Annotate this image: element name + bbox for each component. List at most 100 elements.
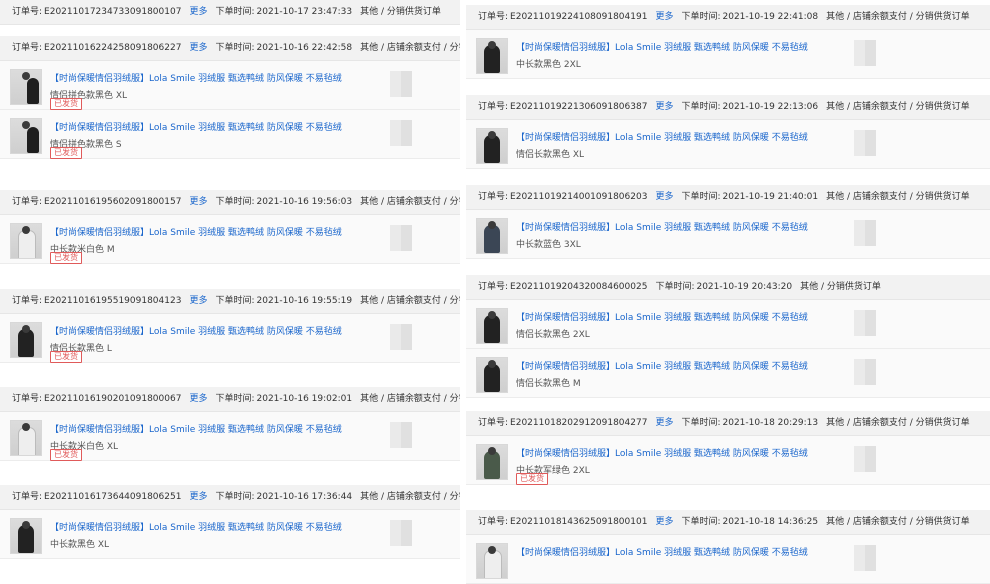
order-number-label: 订单号:	[12, 43, 43, 53]
order-time: 2021-10-19 22:13:06	[722, 102, 819, 112]
order-type: 其他 / 店铺余额支付 / 分销供货订单	[360, 492, 460, 502]
product-title-link[interactable]: 【时尚保暖情侣羽绒服】Lola Smile 羽绒服 甄选鸭绒 防风保暖 不易毡绒	[516, 446, 808, 459]
order-number: E20211018202912091804277	[510, 418, 648, 428]
order-time: 2021-10-16 19:56:03	[256, 197, 353, 207]
order-time-label: 下单时间:	[215, 7, 255, 17]
product-thumbnail[interactable]	[476, 543, 508, 579]
product-title-link[interactable]: 【时尚保暖情侣羽绒服】Lola Smile 羽绒服 甄选鸭绒 防风保暖 不易毡绒	[50, 225, 342, 238]
product-thumbnail[interactable]	[476, 308, 508, 344]
order-number: E20211016173644091806251	[44, 492, 182, 502]
order-card: 订单号: E20211019204320084600025 下单时间: 2021-10…	[466, 275, 990, 398]
product-thumbnail[interactable]	[10, 322, 42, 358]
order-header: 订单号: E20211019224108091804191 更多 下单时间: 2021-…	[466, 5, 990, 30]
order-item-row: 【时尚保暖情侣羽绒服】Lola Smile 羽绒服 甄选鸭绒 防风保暖 不易毡绒…	[466, 300, 990, 349]
shipped-status-badge: 已发货	[50, 449, 82, 461]
order-card: 订单号: E20211018143625091800101 更多 下单时间: 2021-…	[466, 510, 990, 584]
order-number: E20211019221306091806387	[510, 102, 648, 112]
more-link[interactable]: 更多	[655, 12, 673, 22]
shipped-status-badge: 已发货	[50, 351, 82, 363]
more-link[interactable]: 更多	[189, 197, 207, 207]
product-thumbnail[interactable]	[476, 128, 508, 164]
more-link[interactable]: 更多	[189, 7, 207, 17]
blurred-info	[854, 310, 876, 336]
order-time-label: 下单时间:	[655, 282, 695, 292]
order-time: 2021-10-19 22:41:08	[722, 12, 819, 22]
more-link[interactable]: 更多	[189, 43, 207, 53]
order-time: 2021-10-19 20:43:20	[696, 282, 793, 292]
order-number-label: 订单号:	[12, 197, 43, 207]
product-thumbnail[interactable]	[10, 518, 42, 554]
blurred-info	[854, 130, 876, 156]
order-item-row: 【时尚保暖情侣羽绒服】Lola Smile 羽绒服 甄选鸭绒 防风保暖 不易毡绒…	[0, 510, 460, 559]
product-thumbnail[interactable]	[476, 357, 508, 393]
product-spec: 情侣长款黑色 2XL	[516, 330, 590, 340]
blurred-info	[854, 359, 876, 385]
order-type: 其他 / 店铺余额支付 / 分销供货订单	[826, 102, 970, 112]
product-spec: 情侣长款黑色 M	[516, 379, 581, 389]
more-link[interactable]: 更多	[655, 102, 673, 112]
more-link[interactable]: 更多	[189, 394, 207, 404]
order-card: 订单号: E20211019214001091806203 更多 下单时间: 2021-…	[466, 185, 990, 259]
order-number: E20211016190201091800067	[44, 394, 182, 404]
order-type: 其他 / 店铺余额支付 / 分销供货订单	[826, 517, 970, 527]
order-card: 订单号: E20211016195602091800157 更多 下单时间: 2021-…	[0, 190, 460, 264]
blurred-info	[854, 545, 876, 571]
order-item-row: 【时尚保暖情侣羽绒服】Lola Smile 羽绒服 甄选鸭绒 防风保暖 不易毡绒…	[0, 314, 460, 363]
order-number: E20211019214001091806203	[510, 192, 648, 202]
product-title-link[interactable]: 【时尚保暖情侣羽绒服】Lola Smile 羽绒服 甄选鸭绒 防风保暖 不易毡绒	[516, 40, 808, 53]
order-number: E20211016195602091800157	[44, 197, 182, 207]
order-number-label: 订单号:	[478, 12, 509, 22]
blurred-info	[390, 520, 412, 546]
blurred-info	[390, 120, 412, 146]
product-thumbnail[interactable]	[10, 420, 42, 456]
order-card: 订单号: E20211019221306091806387 更多 下单时间: 2021-…	[466, 95, 990, 169]
blurred-info	[390, 225, 412, 251]
more-link[interactable]: 更多	[655, 192, 673, 202]
order-header: 订单号: E20211016224258091806227 更多 下单时间: 2021-…	[0, 36, 460, 61]
product-thumbnail[interactable]	[476, 218, 508, 254]
order-card: 订单号: E20211018202912091804277 更多 下单时间: 2021-…	[466, 411, 990, 485]
product-thumbnail[interactable]	[476, 444, 508, 480]
order-card: 订单号: E20211017234733091800107 更多 下单时间: 2021-…	[0, 0, 460, 25]
order-number-label: 订单号:	[478, 282, 509, 292]
blurred-info	[390, 324, 412, 350]
product-thumbnail[interactable]	[10, 118, 42, 154]
order-header: 订单号: E20211016195602091800157 更多 下单时间: 2021-…	[0, 190, 460, 215]
more-link[interactable]: 更多	[189, 492, 207, 502]
order-time-label: 下单时间:	[215, 197, 255, 207]
shipped-status-badge: 已发货	[50, 147, 82, 159]
more-link[interactable]: 更多	[655, 517, 673, 527]
order-header: 订单号: E20211016195519091804123 更多 下单时间: 2021-…	[0, 289, 460, 314]
product-title-link[interactable]: 【时尚保暖情侣羽绒服】Lola Smile 羽绒服 甄选鸭绒 防风保暖 不易毡绒	[516, 359, 808, 372]
order-card: 订单号: E20211016224258091806227 更多 下单时间: 2021-…	[0, 36, 460, 159]
order-item-row: 【时尚保暖情侣羽绒服】Lola Smile 羽绒服 甄选鸭绒 防风保暖 不易毡绒…	[466, 436, 990, 485]
order-time-label: 下单时间:	[681, 192, 721, 202]
product-thumbnail[interactable]	[476, 38, 508, 74]
product-title-link[interactable]: 【时尚保暖情侣羽绒服】Lola Smile 羽绒服 甄选鸭绒 防风保暖 不易毡绒	[50, 520, 342, 533]
product-title-link[interactable]: 【时尚保暖情侣羽绒服】Lola Smile 羽绒服 甄选鸭绒 防风保暖 不易毡绒	[516, 130, 808, 143]
product-title-link[interactable]: 【时尚保暖情侣羽绒服】Lola Smile 羽绒服 甄选鸭绒 防风保暖 不易毡绒	[50, 120, 342, 133]
order-time-label: 下单时间:	[215, 492, 255, 502]
product-thumbnail[interactable]	[10, 69, 42, 105]
product-thumbnail[interactable]	[10, 223, 42, 259]
more-link[interactable]: 更多	[655, 418, 673, 428]
product-title-link[interactable]: 【时尚保暖情侣羽绒服】Lola Smile 羽绒服 甄选鸭绒 防风保暖 不易毡绒	[50, 71, 342, 84]
order-time-label: 下单时间:	[681, 517, 721, 527]
product-title-link[interactable]: 【时尚保暖情侣羽绒服】Lola Smile 羽绒服 甄选鸭绒 防风保暖 不易毡绒	[516, 220, 808, 233]
product-title-link[interactable]: 【时尚保暖情侣羽绒服】Lola Smile 羽绒服 甄选鸭绒 防风保暖 不易毡绒	[516, 310, 808, 323]
order-item-row: 【时尚保暖情侣羽绒服】Lola Smile 羽绒服 甄选鸭绒 防风保暖 不易毡绒…	[466, 30, 990, 79]
more-link[interactable]: 更多	[189, 296, 207, 306]
product-title-link[interactable]: 【时尚保暖情侣羽绒服】Lola Smile 羽绒服 甄选鸭绒 防风保暖 不易毡绒	[50, 422, 342, 435]
order-number-label: 订单号:	[12, 296, 43, 306]
product-title-link[interactable]: 【时尚保暖情侣羽绒服】Lola Smile 羽绒服 甄选鸭绒 防风保暖 不易毡绒	[50, 324, 342, 337]
order-time: 2021-10-19 21:40:01	[722, 192, 819, 202]
order-header: 订单号: E20211018202912091804277 更多 下单时间: 2021-…	[466, 411, 990, 436]
product-title-link[interactable]: 【时尚保暖情侣羽绒服】Lola Smile 羽绒服 甄选鸭绒 防风保暖 不易毡绒	[516, 545, 808, 558]
order-number-label: 订单号:	[478, 102, 509, 112]
order-time-label: 下单时间:	[215, 394, 255, 404]
order-type: 其他 / 分销供货订单	[360, 7, 441, 17]
order-number: E20211019224108091804191	[510, 12, 648, 22]
order-time: 2021-10-16 17:36:44	[256, 492, 353, 502]
order-time: 2021-10-16 19:55:19	[256, 296, 353, 306]
order-time-label: 下单时间:	[215, 296, 255, 306]
